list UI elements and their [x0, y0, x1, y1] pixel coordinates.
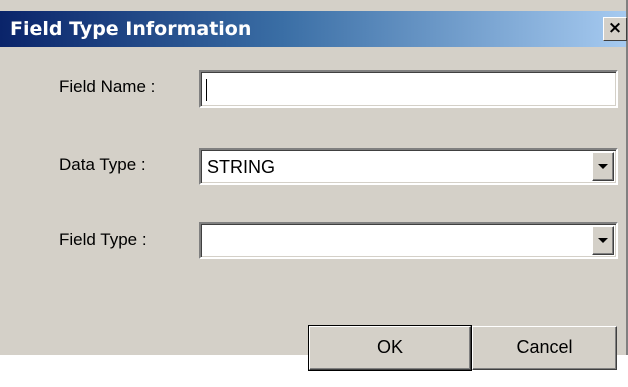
title-bar[interactable]: Field Type Information × — [0, 11, 627, 47]
data-type-label: Data Type : — [59, 155, 146, 174]
data-type-dropdown-button[interactable] — [592, 152, 614, 181]
field-name-label: Field Name : — [59, 77, 156, 96]
field-type-select[interactable] — [199, 222, 618, 259]
field-type-dropdown-button[interactable] — [592, 226, 614, 255]
field-type-label: Field Type : — [59, 230, 147, 249]
close-button[interactable]: × — [603, 17, 627, 41]
window-title: Field Type Information — [10, 18, 252, 40]
field-name-input[interactable] — [199, 70, 618, 108]
ok-button[interactable]: OK — [308, 325, 472, 371]
field-type-information-dialog: Field Type Information × Field Name : Da… — [0, 0, 628, 371]
close-icon: × — [607, 18, 623, 38]
cancel-button[interactable]: Cancel — [472, 326, 617, 370]
data-type-select[interactable]: STRING — [199, 148, 618, 185]
ok-button-label: OK — [376, 337, 403, 357]
chevron-down-icon — [598, 238, 608, 243]
cancel-button-label: Cancel — [516, 337, 573, 357]
text-caret — [206, 79, 207, 101]
data-type-value: STRING — [207, 157, 276, 177]
chevron-down-icon — [598, 164, 608, 169]
